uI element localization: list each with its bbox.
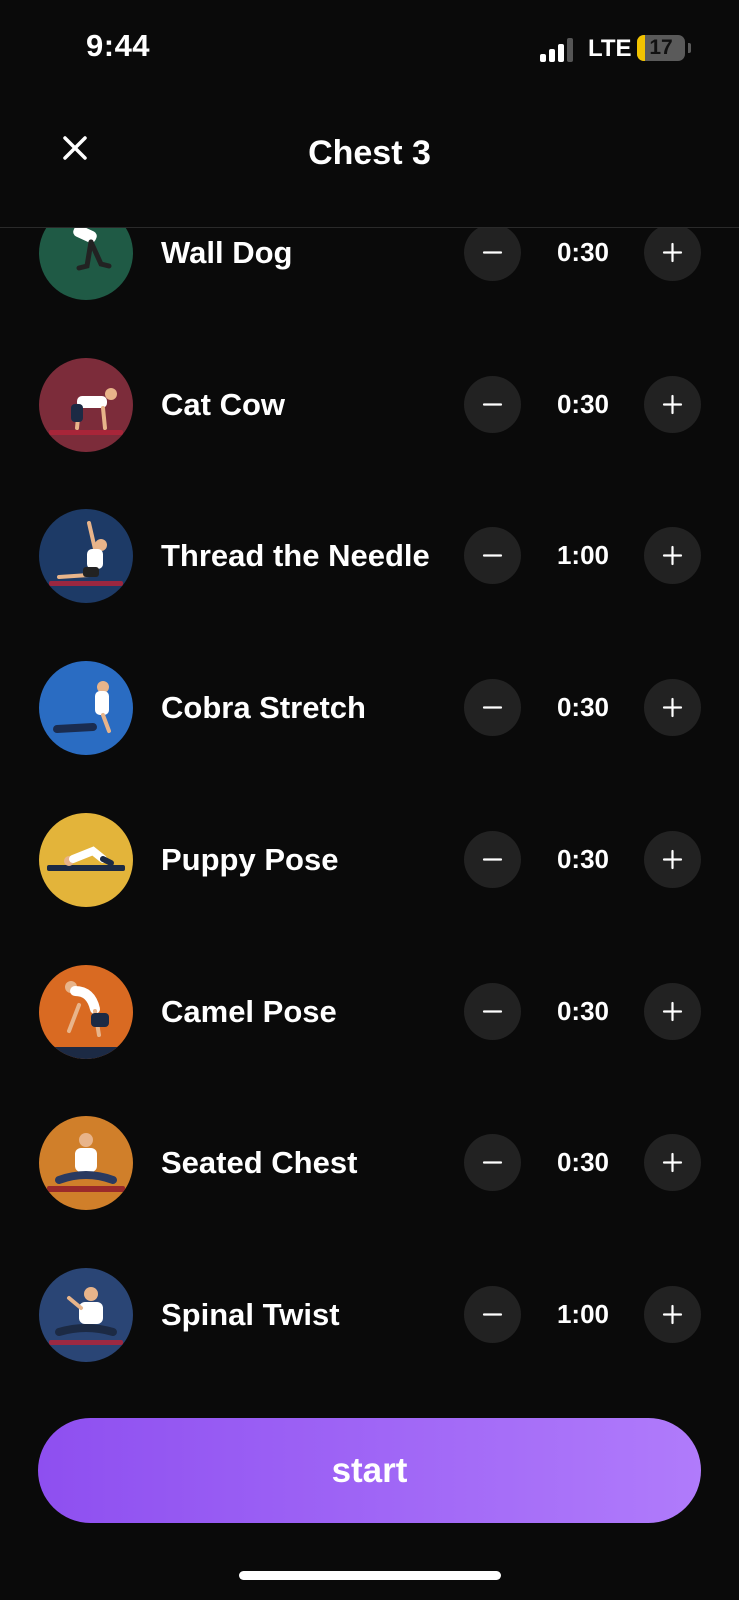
increase-duration-button[interactable] [644, 1286, 701, 1343]
decrease-duration-button[interactable] [464, 831, 521, 888]
workout-screen: 9:44 LTE 17 Chest 3 Wall Dog 0:30 Cat Cow 0… [0, 0, 739, 1600]
exercise-row[interactable]: Thread the Needle 1:00 [0, 509, 739, 609]
exercise-thumbnail [39, 509, 133, 603]
exercise-thumbnail [39, 358, 133, 452]
increase-duration-button[interactable] [644, 228, 701, 281]
exercise-duration: 0:30 [556, 692, 610, 722]
exercise-row[interactable]: Cobra Stretch 0:30 [0, 661, 739, 761]
exercise-name: Camel Pose [161, 994, 337, 1029]
increase-duration-button[interactable] [644, 1134, 701, 1191]
exercise-thumbnail [39, 813, 133, 907]
decrease-duration-button[interactable] [464, 376, 521, 433]
increase-duration-button[interactable] [644, 376, 701, 433]
battery-nub [688, 43, 691, 53]
exercise-row[interactable]: Camel Pose 0:30 [0, 965, 739, 1065]
exercise-name: Cat Cow [161, 387, 285, 422]
exercise-row[interactable]: Wall Dog 0:30 [0, 228, 739, 306]
decrease-duration-button[interactable] [464, 679, 521, 736]
exercise-row[interactable]: Puppy Pose 0:30 [0, 813, 739, 913]
exercise-row[interactable]: Spinal Twist 1:00 [0, 1268, 739, 1368]
exercise-list[interactable]: Wall Dog 0:30 Cat Cow 0:30 Thread the Needle… [0, 228, 739, 1378]
page-title: Chest 3 [308, 134, 431, 172]
exercise-duration: 1:00 [556, 1299, 610, 1329]
exercise-duration: 0:30 [556, 844, 610, 874]
decrease-duration-button[interactable] [464, 1286, 521, 1343]
exercise-name: Wall Dog [161, 235, 293, 270]
increase-duration-button[interactable] [644, 679, 701, 736]
exercise-row[interactable]: Cat Cow 0:30 [0, 358, 739, 458]
increase-duration-button[interactable] [644, 527, 701, 584]
increase-duration-button[interactable] [644, 831, 701, 888]
decrease-duration-button[interactable] [464, 527, 521, 584]
exercise-row[interactable]: Seated Chest 0:30 [0, 1116, 739, 1216]
exercise-thumbnail [39, 965, 133, 1059]
exercise-thumbnail [39, 1268, 133, 1362]
decrease-duration-button[interactable] [464, 1134, 521, 1191]
start-button[interactable]: start [38, 1418, 701, 1523]
home-indicator [239, 1571, 501, 1580]
exercise-duration: 0:30 [556, 1147, 610, 1177]
decrease-duration-button[interactable] [464, 228, 521, 281]
header: Chest 3 [0, 100, 739, 228]
exercise-name: Spinal Twist [161, 1297, 340, 1332]
exercise-duration: 0:30 [556, 237, 610, 267]
exercise-name: Puppy Pose [161, 842, 339, 877]
battery-level: 17 [649, 36, 673, 59]
exercise-name: Cobra Stretch [161, 690, 366, 725]
battery-icon: 17 [637, 35, 685, 61]
exercise-thumbnail [39, 661, 133, 755]
increase-duration-button[interactable] [644, 983, 701, 1040]
exercise-name: Thread the Needle [161, 538, 430, 573]
network-type: LTE [588, 35, 632, 62]
status-time: 9:44 [86, 28, 151, 63]
exercise-duration: 0:30 [556, 389, 610, 419]
exercise-duration: 0:30 [556, 996, 610, 1026]
status-bar: 9:44 LTE 17 [0, 0, 739, 100]
exercise-thumbnail [39, 1116, 133, 1210]
exercise-duration: 1:00 [556, 540, 610, 570]
signal-icon [540, 38, 576, 62]
exercise-thumbnail [39, 228, 133, 300]
exercise-name: Seated Chest [161, 1145, 358, 1180]
decrease-duration-button[interactable] [464, 983, 521, 1040]
